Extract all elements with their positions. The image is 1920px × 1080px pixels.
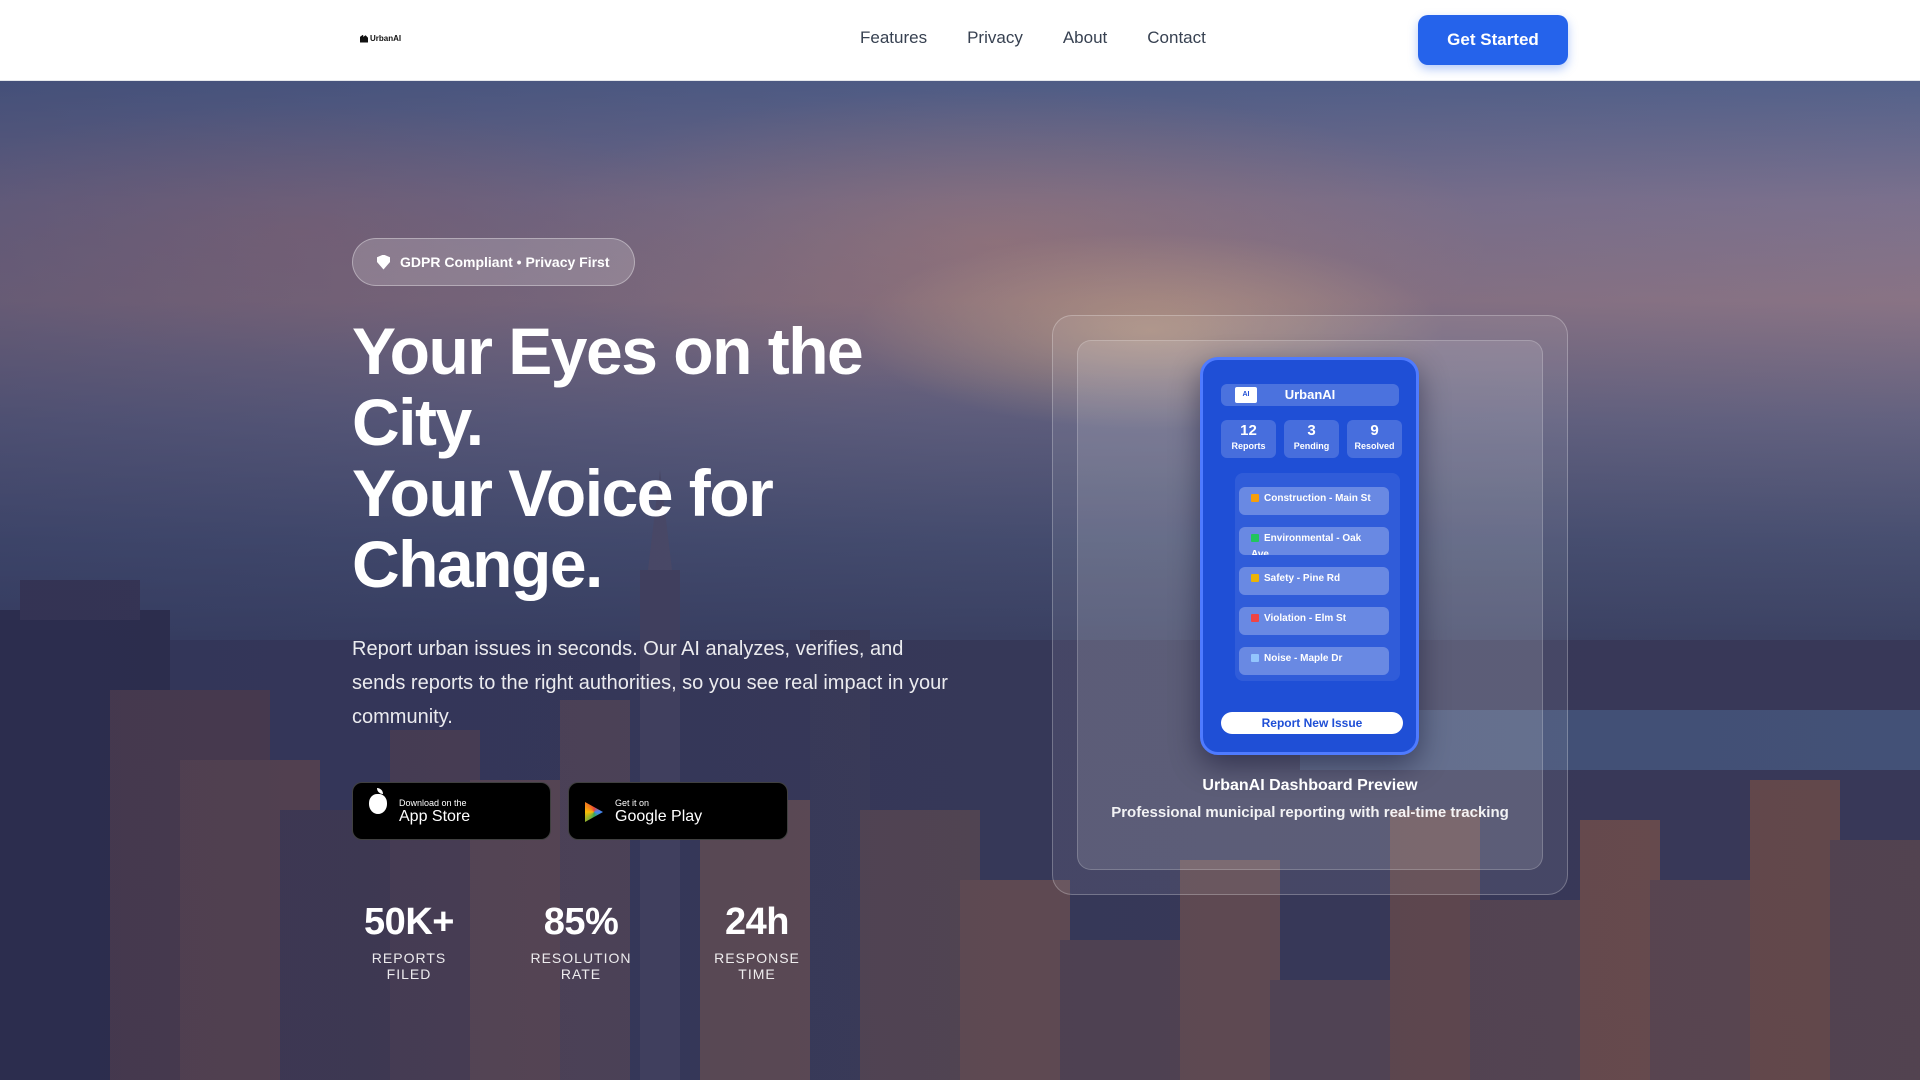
- report-item-noise[interactable]: Noise - Maple Dr: [1239, 647, 1389, 675]
- phone-stat-resolved: 9 Resolved: [1347, 420, 1402, 458]
- stat-response-time: 24h RESPONSE TIME: [696, 900, 818, 982]
- violation-icon: [1251, 614, 1259, 622]
- phone-stat-value: 3: [1307, 422, 1316, 439]
- phone-stat-value: 12: [1240, 422, 1257, 439]
- shield-icon: [377, 254, 390, 270]
- city-logo-icon: [360, 34, 368, 43]
- report-item-label: Safety - Pine Rd: [1264, 573, 1341, 584]
- headline-line-4: Change.: [352, 527, 603, 601]
- stat-value: 24h: [725, 901, 789, 943]
- report-item-safety[interactable]: Safety - Pine Rd: [1239, 567, 1389, 595]
- nav-link-about[interactable]: About: [1063, 28, 1107, 48]
- get-started-button[interactable]: Get Started: [1418, 15, 1568, 65]
- report-item-label: Construction - Main St: [1264, 493, 1371, 504]
- headline-line-3: Your Voice for: [352, 456, 774, 530]
- google-play-big-label: Google Play: [615, 807, 703, 825]
- speaker-icon: [1251, 654, 1259, 662]
- app-store-small-label: Download on the: [399, 797, 467, 808]
- leaf-icon: [1251, 534, 1259, 542]
- apple-icon: [369, 788, 387, 814]
- report-item-label: Violation - Elm St: [1264, 613, 1347, 624]
- ai-badge-icon: AI: [1235, 387, 1257, 403]
- phone-stat-reports: 12 Reports: [1221, 420, 1276, 458]
- preview-caption-text: Professional municipal reporting with re…: [1111, 804, 1509, 821]
- preview-caption: UrbanAI Dashboard Preview Professional m…: [1077, 775, 1543, 825]
- stat-label: RESPONSE TIME: [714, 950, 800, 982]
- construction-icon: [1251, 494, 1259, 502]
- phone-stat-pending: 3 Pending: [1284, 420, 1339, 458]
- stat-value: 85%: [543, 901, 619, 943]
- gdpr-badge-label: GDPR Compliant • Privacy First: [400, 254, 610, 270]
- report-new-issue-button[interactable]: Report New Issue: [1221, 712, 1403, 734]
- phone-stat-label: Pending: [1293, 441, 1330, 451]
- app-store-big-label: App Store: [399, 807, 471, 825]
- phone-stat-label: Reports: [1231, 441, 1266, 451]
- google-play-button[interactable]: Get it on Google Play: [568, 782, 788, 840]
- hero-headline: Your Eyes on the City. Your Voice for Ch…: [352, 316, 972, 600]
- phone-mockup: UrbanAI AI 12 Reports 3 Pending 9 Resolv…: [1200, 357, 1419, 755]
- headline-line-2: City.: [352, 385, 484, 459]
- hero-description: Report urban issues in seconds. Our AI a…: [352, 638, 948, 728]
- report-item-violation[interactable]: Violation - Elm St: [1239, 607, 1389, 635]
- app-store-button[interactable]: Download on the App Store: [352, 782, 551, 840]
- stat-resolution-rate: 85% RESOLUTION RATE: [513, 900, 649, 982]
- logo-text: UrbanAI: [370, 34, 402, 43]
- google-play-small-label: Get it on: [615, 797, 650, 808]
- stat-label: RESOLUTION RATE: [530, 950, 632, 982]
- stat-label: REPORTS FILED: [371, 950, 447, 982]
- safety-stripes-icon: [1251, 574, 1259, 582]
- logo[interactable]: UrbanAI: [360, 34, 401, 43]
- report-item-label: Noise - Maple Dr: [1264, 653, 1343, 664]
- phone-app-header: UrbanAI AI: [1221, 384, 1399, 406]
- nav-links: Features Privacy About Contact: [860, 28, 1206, 48]
- phone-stat-label: Resolved: [1354, 441, 1395, 451]
- nav-link-contact[interactable]: Contact: [1147, 28, 1206, 48]
- google-play-icon: [585, 802, 603, 822]
- nav-link-privacy[interactable]: Privacy: [967, 28, 1023, 48]
- top-navbar: UrbanAI Features Privacy About Contact G…: [0, 0, 1920, 81]
- gdpr-badge: GDPR Compliant • Privacy First: [352, 238, 635, 286]
- headline-line-1: Your Eyes on the: [352, 314, 864, 388]
- preview-caption-title: UrbanAI Dashboard Preview: [1202, 777, 1418, 794]
- report-item-environmental[interactable]: Environmental - Oak Ave: [1239, 527, 1389, 555]
- stat-reports-filed: 50K+ REPORTS FILED: [352, 900, 466, 982]
- report-item-construction[interactable]: Construction - Main St: [1239, 487, 1389, 515]
- phone-stat-value: 9: [1370, 422, 1379, 439]
- report-item-label: Environmental - Oak Ave: [1251, 533, 1362, 555]
- nav-link-features[interactable]: Features: [860, 28, 927, 48]
- stat-value: 50K+: [364, 901, 454, 943]
